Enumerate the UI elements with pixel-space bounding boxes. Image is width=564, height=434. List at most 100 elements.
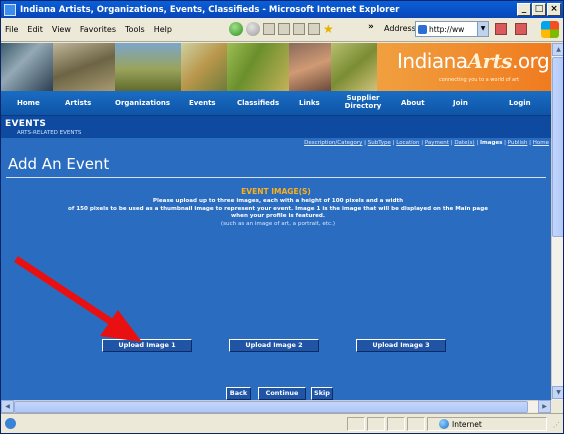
nav-organizations[interactable]: Organizations xyxy=(115,99,170,107)
banner-photo-1 xyxy=(1,43,53,91)
upload-instructions: Please upload up to three images, each w… xyxy=(5,198,551,228)
banner-photo-7 xyxy=(331,43,377,91)
scroll-down-arrow-icon[interactable]: ▼ xyxy=(552,386,563,399)
address-label: Address xyxy=(384,24,416,33)
nav-supplier-directory[interactable]: Supplier Directory xyxy=(340,94,386,110)
instruction-note: (such as an image of art, a portrait, et… xyxy=(220,220,336,227)
maximize-button[interactable]: □ xyxy=(532,3,546,16)
security-zone: Internet xyxy=(439,419,482,429)
search-icon[interactable] xyxy=(308,23,320,35)
menu-bar: File Edit View Favorites Tools Help xyxy=(1,25,181,34)
images-section-title: EVENT IMAGE(S) xyxy=(241,187,311,196)
page-title: Add An Event xyxy=(8,155,110,173)
address-value: http://ww xyxy=(429,24,465,34)
resize-grip-icon[interactable]: ⋰ xyxy=(553,421,560,429)
menu-tools[interactable]: Tools xyxy=(125,25,145,34)
nav-buttons: ★ xyxy=(229,22,335,36)
nav-login[interactable]: Login xyxy=(509,99,531,107)
step-dates[interactable]: Date(s) xyxy=(454,140,474,146)
banner-photo-6 xyxy=(289,43,331,91)
scroll-up-arrow-icon[interactable]: ▲ xyxy=(552,43,563,56)
upload-image-3-button[interactable]: Upload Image 3 xyxy=(356,339,446,352)
browser-window: Indiana Artists, Organizations, Events, … xyxy=(0,0,564,434)
windows-logo-icon xyxy=(541,21,559,38)
toolbar-button-icon[interactable] xyxy=(495,23,507,35)
scroll-left-arrow-icon[interactable]: ◀ xyxy=(1,400,14,413)
nav-home[interactable]: Home xyxy=(17,99,40,107)
step-publish[interactable]: Publish xyxy=(508,140,528,146)
status-segment-4 xyxy=(407,417,425,431)
nav-about[interactable]: About xyxy=(401,99,425,107)
page-icon xyxy=(418,24,427,34)
status-bar: Internet ⋰ xyxy=(1,413,563,433)
step-description-category[interactable]: Description/Category xyxy=(304,140,362,146)
menu-favorites[interactable]: Favorites xyxy=(80,25,116,34)
address-field[interactable]: http://ww ▼ xyxy=(415,21,489,37)
page-status-icon xyxy=(5,418,16,429)
nav-events[interactable]: Events xyxy=(189,99,216,107)
instruction-line-3: when your profile is featured. xyxy=(231,213,325,219)
browser-toolbar: File Edit View Favorites Tools Help ★ » … xyxy=(1,18,563,42)
ie-icon xyxy=(4,3,16,16)
menu-edit[interactable]: Edit xyxy=(27,25,43,34)
scroll-right-arrow-icon[interactable]: ▶ xyxy=(538,400,551,413)
address-dropdown-icon[interactable]: ▼ xyxy=(477,22,488,36)
site-logo[interactable]: IndianaArts.org connecting you to a worl… xyxy=(377,43,551,91)
upload-image-1-button[interactable]: Upload Image 1 xyxy=(102,339,192,352)
banner-photo-5 xyxy=(227,43,289,91)
site-nav: Home Artists Organizations Events Classi… xyxy=(1,91,551,115)
step-links: Description/Category | SubType | Locatio… xyxy=(1,138,551,149)
step-location[interactable]: Location xyxy=(396,140,419,146)
back-button[interactable]: Back xyxy=(226,387,251,400)
banner-photo-3 xyxy=(115,43,181,91)
banner-photo-4 xyxy=(181,43,227,91)
continue-button[interactable]: Continue xyxy=(258,387,306,400)
favorites-star-icon[interactable]: ★ xyxy=(323,23,335,35)
toolbar-extras xyxy=(495,23,527,35)
menu-file[interactable]: File xyxy=(5,25,18,34)
status-segment-1 xyxy=(347,417,365,431)
status-segment-3 xyxy=(387,417,405,431)
banner-photo-2 xyxy=(53,43,115,91)
section-header: EVENTS ARTS-RELATED EVENTS xyxy=(1,115,551,138)
page-viewport: IndianaArts.org connecting you to a worl… xyxy=(1,43,551,400)
title-bar[interactable]: Indiana Artists, Organizations, Events, … xyxy=(1,1,563,18)
section-subtitle: ARTS-RELATED EVENTS xyxy=(17,130,82,136)
step-subtype[interactable]: SubType xyxy=(368,140,391,146)
globe-icon xyxy=(439,419,449,429)
nav-classifieds[interactable]: Classifieds xyxy=(237,99,279,107)
instruction-line-1: Please upload up to three images, each w… xyxy=(152,198,404,204)
home-icon[interactable] xyxy=(293,23,305,35)
vertical-scrollbar[interactable]: ▲ ▼ xyxy=(551,43,563,400)
window-title: Indiana Artists, Organizations, Events, … xyxy=(20,4,400,15)
nav-join[interactable]: Join xyxy=(453,99,468,107)
minimize-button[interactable]: _ xyxy=(517,3,531,16)
back-arrow-icon[interactable] xyxy=(229,22,243,36)
site-banner: IndianaArts.org connecting you to a worl… xyxy=(1,43,551,91)
toolbar-button-icon-2[interactable] xyxy=(515,23,527,35)
skip-button[interactable]: Skip xyxy=(311,387,333,400)
nav-artists[interactable]: Artists xyxy=(65,99,91,107)
status-segment-2 xyxy=(367,417,385,431)
close-button[interactable]: × xyxy=(547,3,561,16)
horizontal-scroll-thumb[interactable] xyxy=(14,401,528,413)
menu-help[interactable]: Help xyxy=(154,25,172,34)
refresh-icon[interactable] xyxy=(278,23,290,35)
vertical-scroll-thumb[interactable] xyxy=(552,57,563,237)
logo-tagline: connecting you to a world of art xyxy=(439,77,520,83)
horizontal-scrollbar[interactable]: ◀ ▶ xyxy=(1,400,551,413)
step-home[interactable]: Home xyxy=(533,140,549,146)
nav-links[interactable]: Links xyxy=(299,99,320,107)
step-payment[interactable]: Payment xyxy=(425,140,449,146)
step-images-current: Images xyxy=(479,140,503,146)
menu-view[interactable]: View xyxy=(52,25,71,34)
step-links-list: Description/Category | SubType | Locatio… xyxy=(304,140,549,146)
window-controls: _ □ × xyxy=(517,3,561,16)
toolbar-chevron[interactable]: » xyxy=(368,22,374,32)
section-title: EVENTS xyxy=(5,119,47,129)
zone-label: Internet xyxy=(452,419,482,429)
stop-icon[interactable] xyxy=(263,23,275,35)
forward-arrow-icon[interactable] xyxy=(246,22,260,36)
instruction-line-2: of 150 pixels to be used as a thumbnail … xyxy=(67,205,489,212)
upload-image-2-button[interactable]: Upload Image 2 xyxy=(229,339,319,352)
